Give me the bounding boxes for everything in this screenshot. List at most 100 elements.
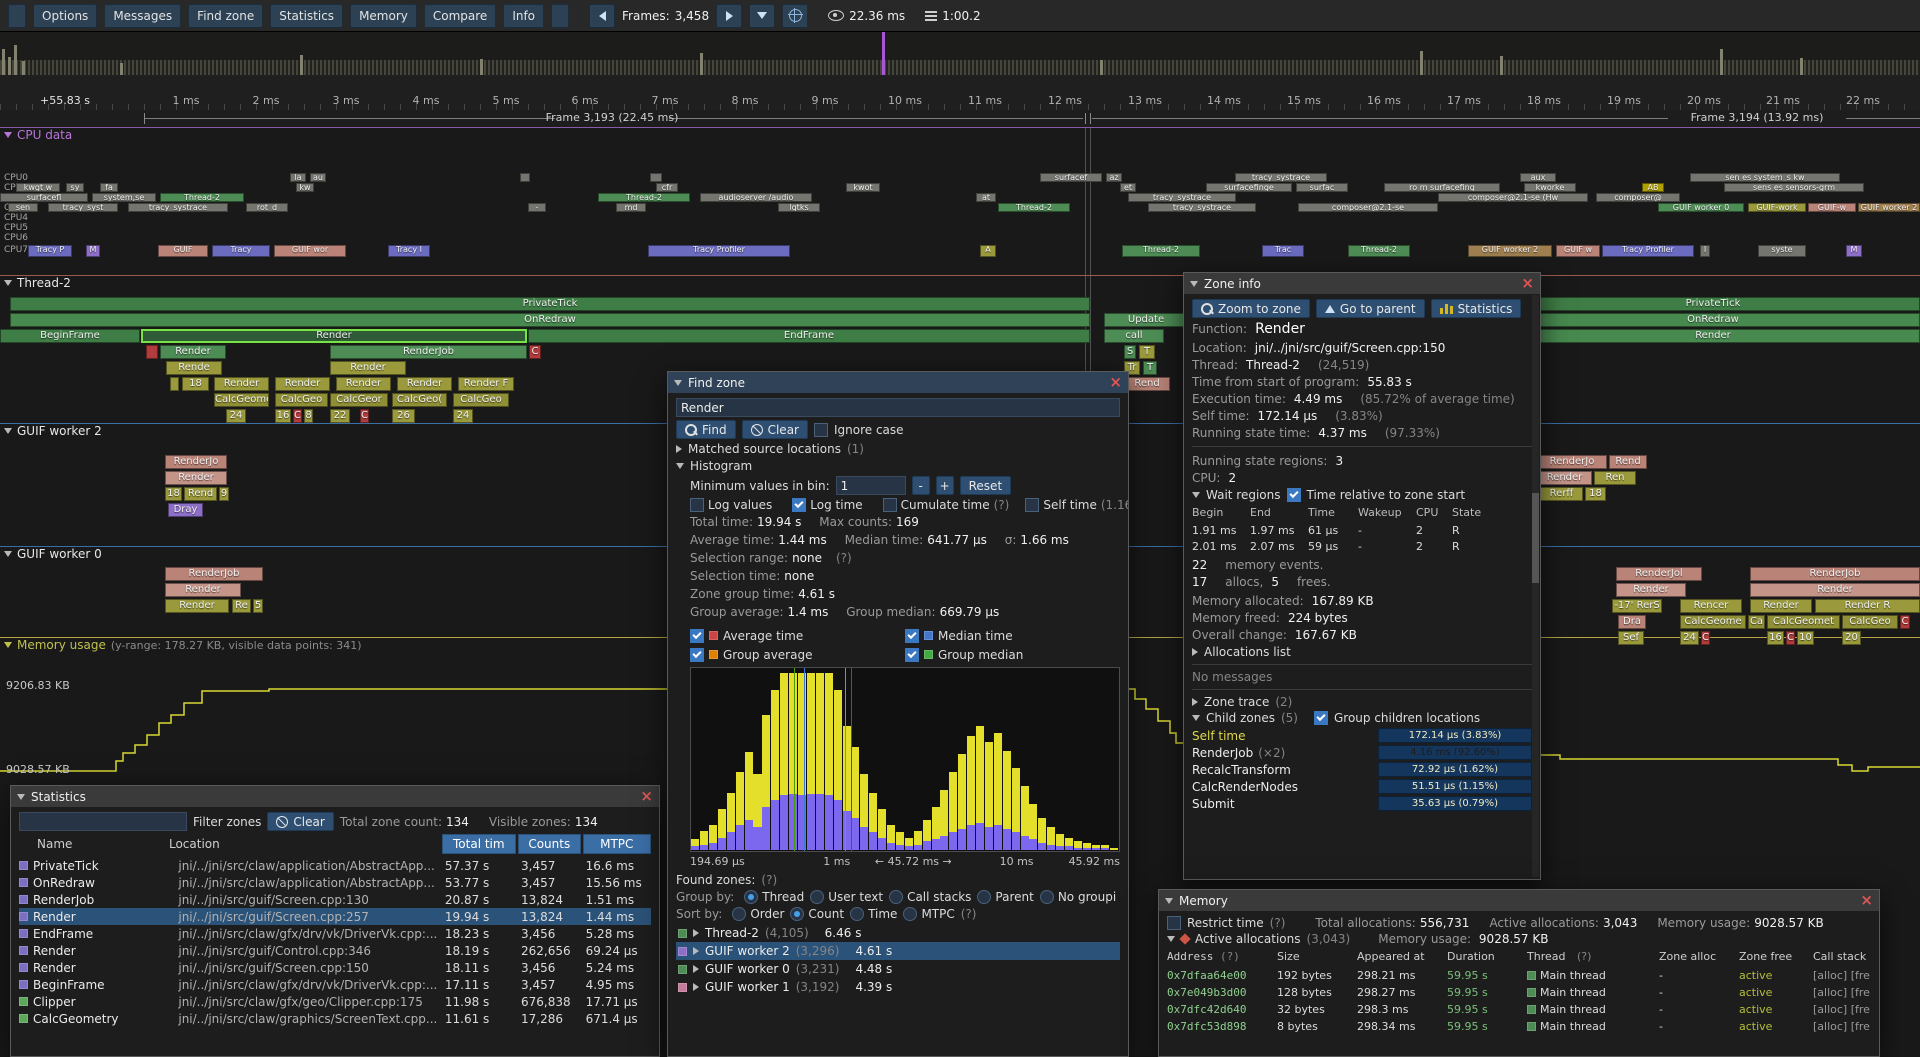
timeline-zone[interactable]: au bbox=[310, 173, 326, 182]
find-zone-histogram[interactable] bbox=[690, 667, 1120, 852]
timeline-zone[interactable]: composer@2.1-se (Hw bbox=[1438, 193, 1588, 202]
timeline-zone[interactable]: PrivateTick bbox=[10, 297, 1090, 311]
goto-frame-button[interactable] bbox=[782, 4, 808, 28]
timeline-zone[interactable]: RenderJob bbox=[1750, 567, 1920, 581]
timeline-zone[interactable]: kwgt w bbox=[16, 183, 60, 192]
timeline-zone[interactable]: lgtks bbox=[778, 203, 820, 212]
decrement-button[interactable]: - bbox=[912, 476, 930, 495]
close-icon[interactable] bbox=[1860, 893, 1873, 908]
restrict-time-checkbox[interactable] bbox=[1167, 916, 1181, 930]
timeline-zone[interactable]: 24 bbox=[226, 409, 246, 423]
timeline-zone[interactable]: CalcGeo bbox=[453, 393, 509, 407]
collapse-icon[interactable] bbox=[1165, 898, 1173, 904]
timeline-zone[interactable]: Render bbox=[336, 377, 391, 391]
statistics-table-row[interactable]: CalcGeometry jni/../jni/src/claw/graphic… bbox=[19, 1010, 651, 1027]
group-children-checkbox[interactable] bbox=[1314, 711, 1328, 725]
column-header[interactable]: Thread (?) bbox=[1527, 950, 1655, 963]
timeline-zone[interactable]: 10 bbox=[1797, 631, 1814, 645]
timeline-zone[interactable]: Rencer bbox=[1680, 599, 1742, 613]
child-zone-row[interactable]: RecalcTransform 72.92 µs (1.62%) bbox=[1192, 761, 1532, 778]
sort-by-radio[interactable]: Order bbox=[732, 907, 784, 921]
group-by-radio[interactable]: User text bbox=[810, 890, 883, 904]
timeline-zone[interactable]: az bbox=[1106, 173, 1122, 182]
child-zone-row[interactable]: RenderJob (×2) 4.16 ms (92.60%) bbox=[1192, 744, 1532, 761]
toolbar-button[interactable]: Statistics bbox=[270, 4, 343, 28]
timeline-zone[interactable]: RenderJo bbox=[1537, 455, 1607, 469]
timeline-zone[interactable]: tracy_systrace bbox=[128, 203, 228, 212]
timeline-zone[interactable]: la bbox=[290, 173, 306, 182]
frame-labels-row[interactable]: Frame 3,193 (22.45 ms) Frame 3,194 (13.9… bbox=[0, 110, 1920, 127]
timeline-zone[interactable]: surfacefinge bbox=[1206, 183, 1292, 192]
histogram-expander[interactable]: Histogram bbox=[676, 459, 1120, 473]
column-header[interactable]: Call stack bbox=[1813, 950, 1871, 963]
column-header[interactable]: Size bbox=[1277, 950, 1353, 963]
timeline-zone[interactable]: Thread-2 bbox=[1348, 245, 1410, 257]
column-header-location[interactable]: Location bbox=[169, 837, 440, 851]
legend-checkbox[interactable]: Median time bbox=[905, 626, 1120, 645]
found-zone-group-row[interactable]: GUIF worker 1 (3,192) 4.39 s bbox=[676, 978, 1120, 996]
timeline-zone[interactable]: CalcGeo( bbox=[392, 393, 447, 407]
timeline-zone[interactable] bbox=[650, 173, 662, 182]
reset-button[interactable]: Reset bbox=[960, 476, 1012, 495]
zoom-to-zone-button[interactable]: Zoom to zone bbox=[1192, 299, 1310, 318]
allocation-row[interactable]: 0x7e049b3d00 128 bytes 298.27 ms 59.95 s… bbox=[1167, 984, 1871, 1001]
allocation-row[interactable]: 0x7dfaa64e00 192 bytes 298.21 ms 59.95 s… bbox=[1167, 967, 1871, 984]
collapse-icon[interactable] bbox=[4, 132, 12, 138]
child-zone-row[interactable]: Submit 35.63 µs (0.79%) bbox=[1192, 795, 1532, 812]
group-by-radio[interactable]: Thread bbox=[744, 890, 804, 904]
timeline-zone[interactable]: Tracy Profiler bbox=[648, 245, 790, 257]
timeline-zone[interactable]: GUIF worker 0 bbox=[1658, 203, 1744, 212]
timeline-zone[interactable]: BeginFrame bbox=[0, 329, 140, 343]
timeline-zone[interactable]: CalcGeome bbox=[214, 393, 269, 407]
timeline-zone[interactable]: Dray bbox=[168, 503, 203, 517]
allocation-row[interactable]: 0x7dfc53d898 8 bytes 298.34 ms 59.95 s M… bbox=[1167, 1018, 1871, 1035]
histogram-option-checkbox[interactable]: Cumulate time (?) bbox=[883, 498, 1020, 512]
timeline-zone[interactable]: GUIF worker 2 bbox=[1858, 203, 1920, 212]
zone-trace-expander[interactable]: Zone trace (2) bbox=[1192, 695, 1532, 709]
legend-checkbox[interactable]: Group median bbox=[905, 645, 1120, 664]
timeline-zone[interactable]: Thread-2 bbox=[598, 193, 690, 202]
timeline-zone[interactable]: Thread-2 bbox=[160, 193, 244, 202]
column-header-total-time[interactable]: Total tim bbox=[442, 834, 516, 854]
timeline-zone[interactable]: Dra bbox=[1618, 615, 1646, 629]
time-ruler[interactable]: +55.83 s1 ms2 ms3 ms4 ms5 ms6 ms7 ms8 ms… bbox=[0, 75, 1920, 111]
relative-time-checkbox[interactable] bbox=[1287, 488, 1301, 502]
timeline-zone[interactable]: system,se bbox=[92, 193, 156, 202]
timeline-zone[interactable]: Tracy Profiler bbox=[1602, 245, 1694, 257]
collapse-icon[interactable] bbox=[17, 794, 25, 800]
column-header-name[interactable]: Name bbox=[19, 837, 167, 851]
clear-filter-button[interactable]: Clear bbox=[267, 812, 333, 831]
expander-icon[interactable] bbox=[693, 965, 699, 973]
timeline-zone[interactable]: Render bbox=[160, 345, 226, 359]
timeline-zone[interactable]: Render bbox=[275, 377, 330, 391]
close-icon[interactable] bbox=[1521, 276, 1534, 291]
timeline-zone[interactable]: sen es system_s kw bbox=[1690, 173, 1840, 182]
timeline-zone[interactable]: Render bbox=[1750, 583, 1920, 597]
column-header[interactable]: Zone free bbox=[1739, 950, 1809, 963]
timeline-zone[interactable]: Trac bbox=[1262, 245, 1304, 257]
timeline-zone[interactable]: composer@2.1-se bbox=[1298, 203, 1438, 212]
timeline-zone[interactable]: M bbox=[1846, 245, 1862, 257]
close-icon[interactable] bbox=[640, 789, 653, 804]
timeline-zone[interactable]: GUIF bbox=[158, 245, 208, 257]
timeline-zone[interactable]: 8 bbox=[304, 409, 313, 423]
timeline-zone[interactable]: sen bbox=[8, 203, 38, 212]
go-to-parent-button[interactable]: Go to parent bbox=[1316, 299, 1425, 318]
frame-label[interactable]: Frame 3,193 (22.45 ms) bbox=[546, 111, 679, 124]
timeline-zone[interactable]: C bbox=[1701, 631, 1710, 645]
collapse-icon[interactable] bbox=[4, 280, 12, 286]
timeline-section-header[interactable]: CPU data bbox=[0, 127, 1920, 142]
ignore-case-checkbox[interactable] bbox=[814, 423, 828, 437]
timeline-zone[interactable]: - bbox=[528, 203, 546, 212]
timeline-zone[interactable]: Ren bbox=[1594, 471, 1636, 485]
timeline-zone[interactable]: Render F bbox=[458, 377, 514, 391]
find-zone-window-titlebar[interactable]: Find zone bbox=[668, 372, 1128, 393]
matched-locations-expander[interactable]: Matched source locations (1) bbox=[676, 442, 1120, 456]
expander-icon[interactable] bbox=[693, 929, 699, 937]
group-by-radio[interactable]: Call stacks bbox=[889, 890, 971, 904]
timeline-zone[interactable]: Rend bbox=[1124, 377, 1170, 391]
timeline-zone[interactable]: C bbox=[529, 345, 541, 359]
timeline-zone[interactable]: CalcGeo bbox=[1842, 615, 1898, 629]
child-zones-expander[interactable]: Child zones (5) Group children locations bbox=[1192, 711, 1532, 725]
timeline-zone[interactable]: I bbox=[1700, 245, 1710, 257]
